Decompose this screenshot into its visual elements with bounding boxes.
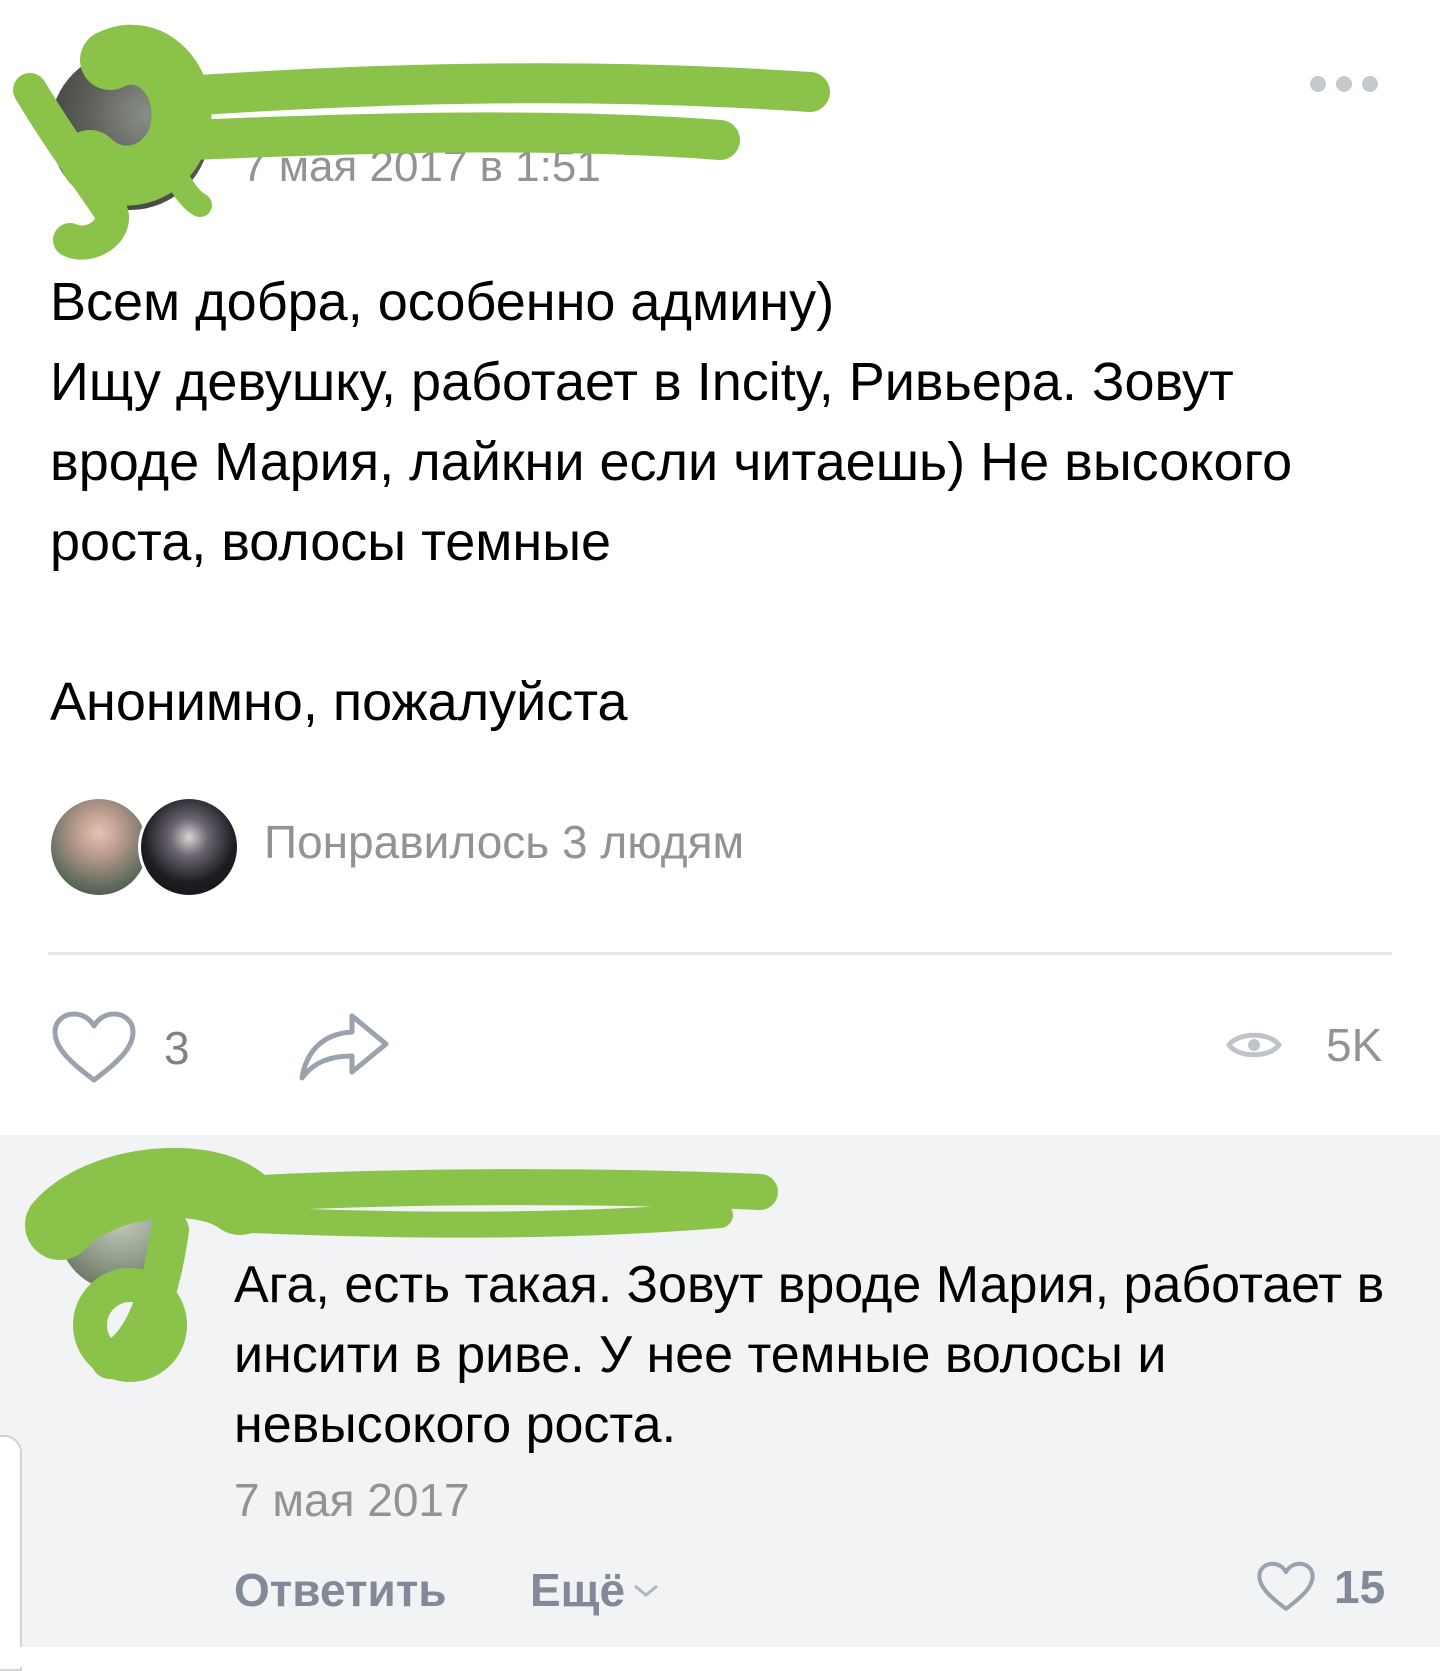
like-count: 3 <box>164 1022 190 1074</box>
liker-avatar[interactable] <box>48 796 150 898</box>
comment-more-button[interactable]: Ещё <box>530 1563 661 1617</box>
heart-icon <box>52 1011 136 1083</box>
like-button[interactable]: 3 <box>50 1010 190 1086</box>
post-author-name[interactable]: Я <box>242 62 275 116</box>
comment-text: Ага, есть такая. Зовут вроде Мария, рабо… <box>234 1256 1385 1454</box>
comment-date[interactable]: 7 мая 2017 <box>234 1473 470 1527</box>
divider <box>48 952 1392 955</box>
comment-like-button[interactable]: 15 <box>1256 1560 1385 1614</box>
heart-icon <box>1257 1561 1315 1611</box>
post-date[interactable]: 7 мая 2017 в 1:51 <box>242 142 601 192</box>
liker-avatar[interactable] <box>138 796 240 898</box>
comment-like-count: 15 <box>1334 1561 1386 1613</box>
comment-more-label: Ещё <box>530 1564 626 1616</box>
eye-icon <box>1226 1032 1282 1058</box>
chevron-down-icon <box>634 1584 659 1597</box>
author-avatar[interactable] <box>50 50 210 210</box>
views-count: 5K <box>1326 1019 1383 1071</box>
more-dots-icon[interactable] <box>1308 72 1380 96</box>
comments-section: Ага, есть такая. Зовут вроде Мария, рабо… <box>0 1135 1440 1667</box>
views-counter: 5K <box>1226 1018 1382 1072</box>
post-text: Всем добра, особенно админу) Ищу девушку… <box>50 272 1293 732</box>
bottom-edge <box>0 1647 1440 1667</box>
post-card: Я 7 мая 2017 в 1:51 Всем добра, особенно… <box>0 0 1440 1135</box>
reply-button[interactable]: Ответить <box>234 1563 447 1617</box>
likers-avatars[interactable] <box>48 796 240 898</box>
comment-author-avatar[interactable] <box>58 1165 184 1291</box>
share-arrow-icon[interactable] <box>296 1010 392 1086</box>
likes-summary[interactable]: Понравилось 3 людям <box>264 815 744 869</box>
overlay-edge <box>0 1435 22 1671</box>
